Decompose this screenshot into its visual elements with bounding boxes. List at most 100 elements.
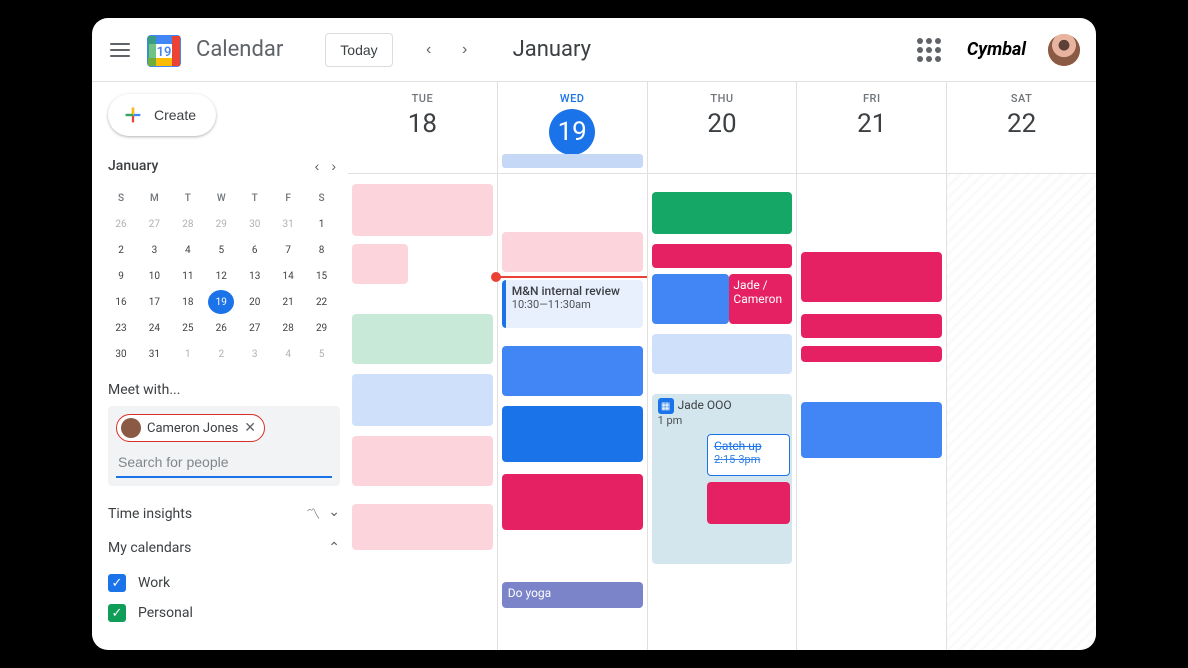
mini-cal-day[interactable]: 30: [108, 342, 134, 366]
mini-cal-day[interactable]: 23: [108, 316, 134, 340]
calendar-list-item[interactable]: ✓Personal: [108, 598, 340, 628]
day-column-tue[interactable]: [348, 174, 497, 650]
day-column-wed[interactable]: M&N internal review 10:30—11:30am Do yog…: [497, 174, 647, 650]
mini-cal-day[interactable]: 2: [208, 342, 234, 366]
time-insights-toggle[interactable]: Time insights 〽⌄: [108, 496, 340, 532]
my-calendars-toggle[interactable]: My calendars ⌃: [108, 532, 340, 564]
mini-cal-dow: S: [108, 186, 134, 210]
calendar-event[interactable]: [652, 244, 793, 268]
calendar-event-ooo[interactable]: ▦Jade OOO 1 pm: [652, 394, 793, 564]
calendar-event[interactable]: [801, 402, 942, 458]
day-of-week-label: FRI: [797, 92, 946, 105]
hamburger-menu-icon[interactable]: [108, 38, 132, 62]
mini-cal-day[interactable]: 16: [108, 290, 134, 314]
chip-remove-icon[interactable]: ✕: [244, 420, 256, 436]
mini-cal-day[interactable]: 13: [242, 264, 268, 288]
google-apps-icon[interactable]: [917, 38, 941, 62]
mini-cal-day[interactable]: 30: [242, 212, 268, 236]
mini-cal-day[interactable]: 24: [141, 316, 167, 340]
calendar-event[interactable]: [652, 192, 793, 234]
allday-event[interactable]: [502, 154, 644, 168]
mini-cal-day[interactable]: 18: [175, 290, 201, 314]
svg-text:19: 19: [157, 45, 172, 60]
mini-cal-day[interactable]: 8: [309, 238, 335, 262]
mini-cal-day[interactable]: 3: [242, 342, 268, 366]
mini-cal-day[interactable]: 28: [275, 316, 301, 340]
calendar-event[interactable]: [352, 504, 493, 550]
mini-cal-day[interactable]: 11: [175, 264, 201, 288]
mini-cal-day[interactable]: 28: [175, 212, 201, 236]
day-number: 21: [797, 109, 946, 139]
mini-cal-day[interactable]: 3: [141, 238, 167, 262]
mini-cal-day[interactable]: 29: [309, 316, 335, 340]
mini-cal-day[interactable]: 15: [309, 264, 335, 288]
mini-cal-day[interactable]: 29: [208, 212, 234, 236]
create-button[interactable]: Create: [108, 94, 216, 136]
mini-cal-day[interactable]: 20: [242, 290, 268, 314]
calendar-event-review[interactable]: M&N internal review 10:30—11:30am: [502, 280, 643, 328]
calendar-event[interactable]: [801, 252, 942, 302]
mini-cal-day[interactable]: 1: [309, 212, 335, 236]
today-button[interactable]: Today: [325, 33, 392, 67]
mini-cal-day[interactable]: 19: [208, 290, 234, 314]
mini-cal-day[interactable]: 31: [275, 212, 301, 236]
calendar-event[interactable]: [707, 482, 790, 524]
mini-cal-day[interactable]: 27: [242, 316, 268, 340]
event-title: Jade OOO: [678, 398, 732, 412]
mini-cal-day[interactable]: 5: [208, 238, 234, 262]
meet-with-chip-area: Cameron Jones ✕: [108, 406, 340, 486]
calendar-event[interactable]: [801, 314, 942, 338]
calendar-event[interactable]: [502, 406, 643, 462]
event-time: 2:15-3pm: [714, 453, 783, 466]
search-people-input[interactable]: [116, 448, 332, 478]
mini-cal-day[interactable]: 2: [108, 238, 134, 262]
mini-cal-day[interactable]: 9: [108, 264, 134, 288]
calendar-event[interactable]: [502, 474, 643, 530]
mini-cal-prev-button[interactable]: ‹: [311, 154, 324, 178]
mini-cal-day[interactable]: 25: [175, 316, 201, 340]
calendar-event[interactable]: [352, 184, 493, 236]
mini-cal-day[interactable]: 22: [309, 290, 335, 314]
prev-period-button[interactable]: ‹: [413, 34, 445, 66]
calendar-event[interactable]: [801, 346, 942, 362]
calendar-event[interactable]: [352, 374, 493, 426]
calendar-checkbox[interactable]: ✓: [108, 604, 126, 622]
calendar-event[interactable]: [652, 274, 730, 324]
mini-calendar-grid: SMTWTFS262728293031123456789101112131415…: [108, 186, 340, 366]
mini-cal-day[interactable]: 5: [309, 342, 335, 366]
mini-cal-day[interactable]: 1: [175, 342, 201, 366]
calendar-event[interactable]: [352, 244, 408, 284]
mini-cal-next-button[interactable]: ›: [327, 154, 340, 178]
mini-cal-day[interactable]: 4: [175, 238, 201, 262]
person-chip[interactable]: Cameron Jones ✕: [116, 414, 265, 442]
calendar-event[interactable]: [502, 346, 643, 396]
day-column-sat[interactable]: [946, 174, 1096, 650]
mini-cal-day[interactable]: 10: [141, 264, 167, 288]
day-column-fri[interactable]: [796, 174, 946, 650]
calendar-event-jade-cameron[interactable]: Jade / Cameron: [729, 274, 792, 324]
calendar-checkbox[interactable]: ✓: [108, 574, 126, 592]
account-avatar[interactable]: [1048, 34, 1080, 66]
mini-cal-day[interactable]: 26: [108, 212, 134, 236]
mini-cal-day[interactable]: 17: [141, 290, 167, 314]
mini-cal-day[interactable]: 26: [208, 316, 234, 340]
mini-cal-day[interactable]: 21: [275, 290, 301, 314]
ooo-icon: ▦: [658, 398, 674, 414]
calendar-event[interactable]: [352, 314, 493, 364]
mini-cal-day[interactable]: 31: [141, 342, 167, 366]
calendar-event[interactable]: [352, 436, 493, 486]
mini-cal-day[interactable]: 4: [275, 342, 301, 366]
mini-cal-day[interactable]: 12: [208, 264, 234, 288]
insights-chart-icon: 〽: [306, 504, 320, 524]
mini-cal-day[interactable]: 7: [275, 238, 301, 262]
mini-cal-day[interactable]: 27: [141, 212, 167, 236]
calendar-event[interactable]: [502, 232, 643, 272]
calendar-event[interactable]: [652, 334, 793, 374]
calendar-event-catchup[interactable]: Catch up 2:15-3pm: [707, 434, 790, 476]
mini-cal-day[interactable]: 14: [275, 264, 301, 288]
day-column-thu[interactable]: Jade / Cameron ▦Jade OOO 1 pm Catch up 2…: [647, 174, 797, 650]
mini-cal-day[interactable]: 6: [242, 238, 268, 262]
calendar-event-yoga[interactable]: Do yoga: [502, 582, 643, 608]
next-period-button[interactable]: ›: [449, 34, 481, 66]
calendar-list-item[interactable]: ✓Work: [108, 568, 340, 598]
